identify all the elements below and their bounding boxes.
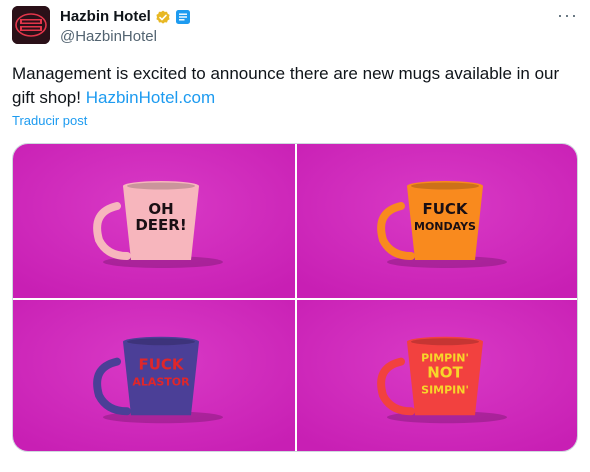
mug-photo: FUCKALASTOR (13, 300, 295, 451)
mug-photo: FUCK MONDAYS (297, 144, 577, 298)
avatar[interactable] (12, 6, 50, 44)
affiliate-badge-icon[interactable] (175, 9, 191, 25)
mug-print-line: NOT (427, 364, 463, 382)
name-row: Hazbin Hotel (60, 8, 191, 25)
mug-print-line: SIMPIN' (421, 383, 469, 396)
media-grid: OH DEER! FUCK MONDAYS FUCK ALASTOR PIMPIN' N… (12, 143, 578, 452)
mug-print-text: PIMPIN'NOTSIMPIN' (421, 352, 469, 397)
post-link[interactable]: HazbinHotel.com (86, 88, 215, 107)
mug-print-line: FUCK (138, 356, 184, 374)
media-image-3[interactable]: FUCK ALASTOR (13, 300, 295, 451)
hazbin-logo-icon (12, 6, 50, 44)
mug-print-text: FUCK MONDAYS (414, 200, 476, 233)
media-image-2[interactable]: FUCK MONDAYS (297, 144, 577, 298)
verified-badge-icon[interactable] (155, 9, 171, 25)
mug-print-text: FUCKALASTOR (132, 356, 190, 389)
post-header: Hazbin Hotel @HazbinHotel ··· (12, 6, 578, 50)
display-name[interactable]: Hazbin Hotel (60, 8, 151, 25)
mug-print-line: DEER! (135, 216, 186, 234)
mug-print-line: ALASTOR (132, 375, 190, 388)
mug-photo: OHDEER! (13, 144, 295, 298)
media-image-4[interactable]: PIMPIN' NOT SIMPIN' (297, 300, 577, 451)
mug-print-line: FUCK (422, 200, 468, 218)
mug-photo: PIMPIN'NOTSIMPIN' (297, 300, 577, 451)
post-text: Management is excited to announce there … (12, 62, 578, 110)
media-image-1[interactable]: OH DEER! (13, 144, 295, 298)
translate-post-link[interactable]: Traducir post (12, 113, 87, 128)
more-options-button[interactable]: ··· (557, 6, 578, 24)
mug-print-line: MONDAYS (414, 220, 476, 233)
account-handle[interactable]: @HazbinHotel (60, 28, 157, 45)
